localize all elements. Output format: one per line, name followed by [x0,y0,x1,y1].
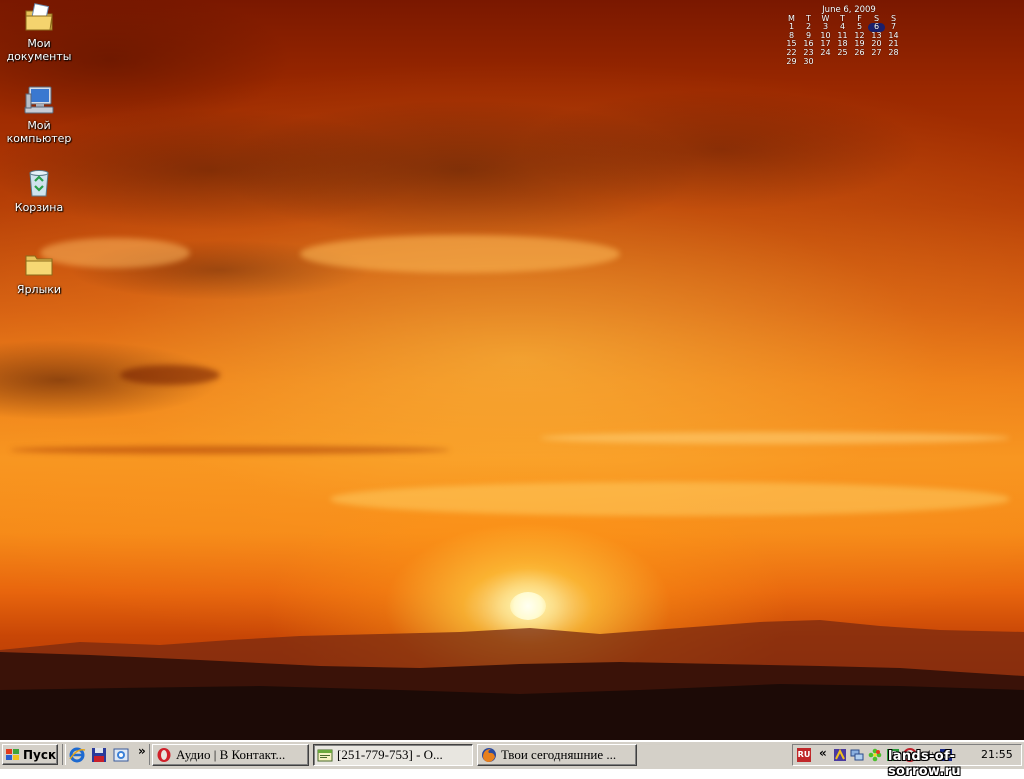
icon-label: Ярлыки [16,283,62,296]
icon-label: документы [6,50,72,63]
taskbar-button-icq-window[interactable]: [251-779-753] - О... [313,744,473,766]
my-documents-icon [25,3,53,31]
desktop-icon-my-documents[interactable]: Мои документы [1,2,77,63]
taskbar-button-firefox[interactable]: Твои сегодняшние ... [477,744,637,766]
internet-explorer-icon[interactable] [68,746,86,764]
start-label: Пуск [23,747,57,762]
winamp-icon[interactable] [833,748,847,762]
icon-label: Мой [27,119,51,132]
show-hidden-icons-button[interactable]: « [819,746,827,760]
icq-window-icon [317,749,333,762]
network-icon[interactable] [850,748,864,762]
desktop-icon-my-computer[interactable]: Мой компьютер [1,84,77,145]
calendar-day: 30 [803,56,814,66]
taskbar-button-audio[interactable]: Аудио | В Контакт... [152,744,309,766]
calendar-day [817,58,834,67]
desktop-wallpaper: Мои документы Мой компьютер Корзина Ярлы… [0,0,1024,740]
calendar-grid: M T W T F S S 1 2 3 4 5 6 7 8 9 10 11 12 13 14 15 16 17 18 19 20 21… [783,14,907,67]
windows-logo-icon [6,748,19,760]
firefox-icon [482,748,496,762]
folder-icon [25,255,53,276]
calendar-day: 24 [820,47,831,57]
task-label: [251-779-753] - О... [337,747,443,762]
calendar-day [885,58,902,67]
task-label: Аудио | В Контакт... [176,747,286,762]
quick-launch-overflow-button[interactable]: » [138,744,146,758]
desktop-icon-shortcuts-folder[interactable]: Ярлыки [1,248,77,296]
save-icon[interactable] [90,746,108,764]
calendar-widget: June 6, 2009 M T W T F S S 1 2 3 4 5 6 7 8 9 10 11 12 13 14 1… [783,6,907,66]
calendar-day [834,58,851,67]
language-indicator[interactable]: RU [797,748,811,762]
calendar-day: 27 [871,47,882,57]
calendar-day: 28 [888,47,899,57]
calendar-day [851,58,868,67]
recycle-bin-icon [29,170,49,197]
calendar-day: 25 [837,47,848,57]
my-computer-icon [24,86,54,114]
calendar-day: 29 [786,56,797,66]
mountain-silhouette [0,620,1024,740]
icon-label: Мои [27,37,51,50]
opera-icon [157,748,171,762]
taskbar: Пуск » Аудио | В Контакт... [251-779-753… [0,740,1024,769]
toolbar-separator [62,744,66,765]
calendar-day: 26 [854,47,865,57]
start-button[interactable]: Пуск [2,744,58,765]
icon-label: компьютер [6,132,72,145]
task-label: Твои сегодняшние ... [501,747,617,762]
watermark-text: lands-of-sorrow.ru [888,749,961,779]
icon-label: Корзина [14,201,64,214]
outlook-icon[interactable] [112,746,130,764]
icq-flower-icon[interactable] [868,748,882,762]
calendar-day [868,58,885,67]
desktop-icon-recycle-bin[interactable]: Корзина [1,166,77,214]
